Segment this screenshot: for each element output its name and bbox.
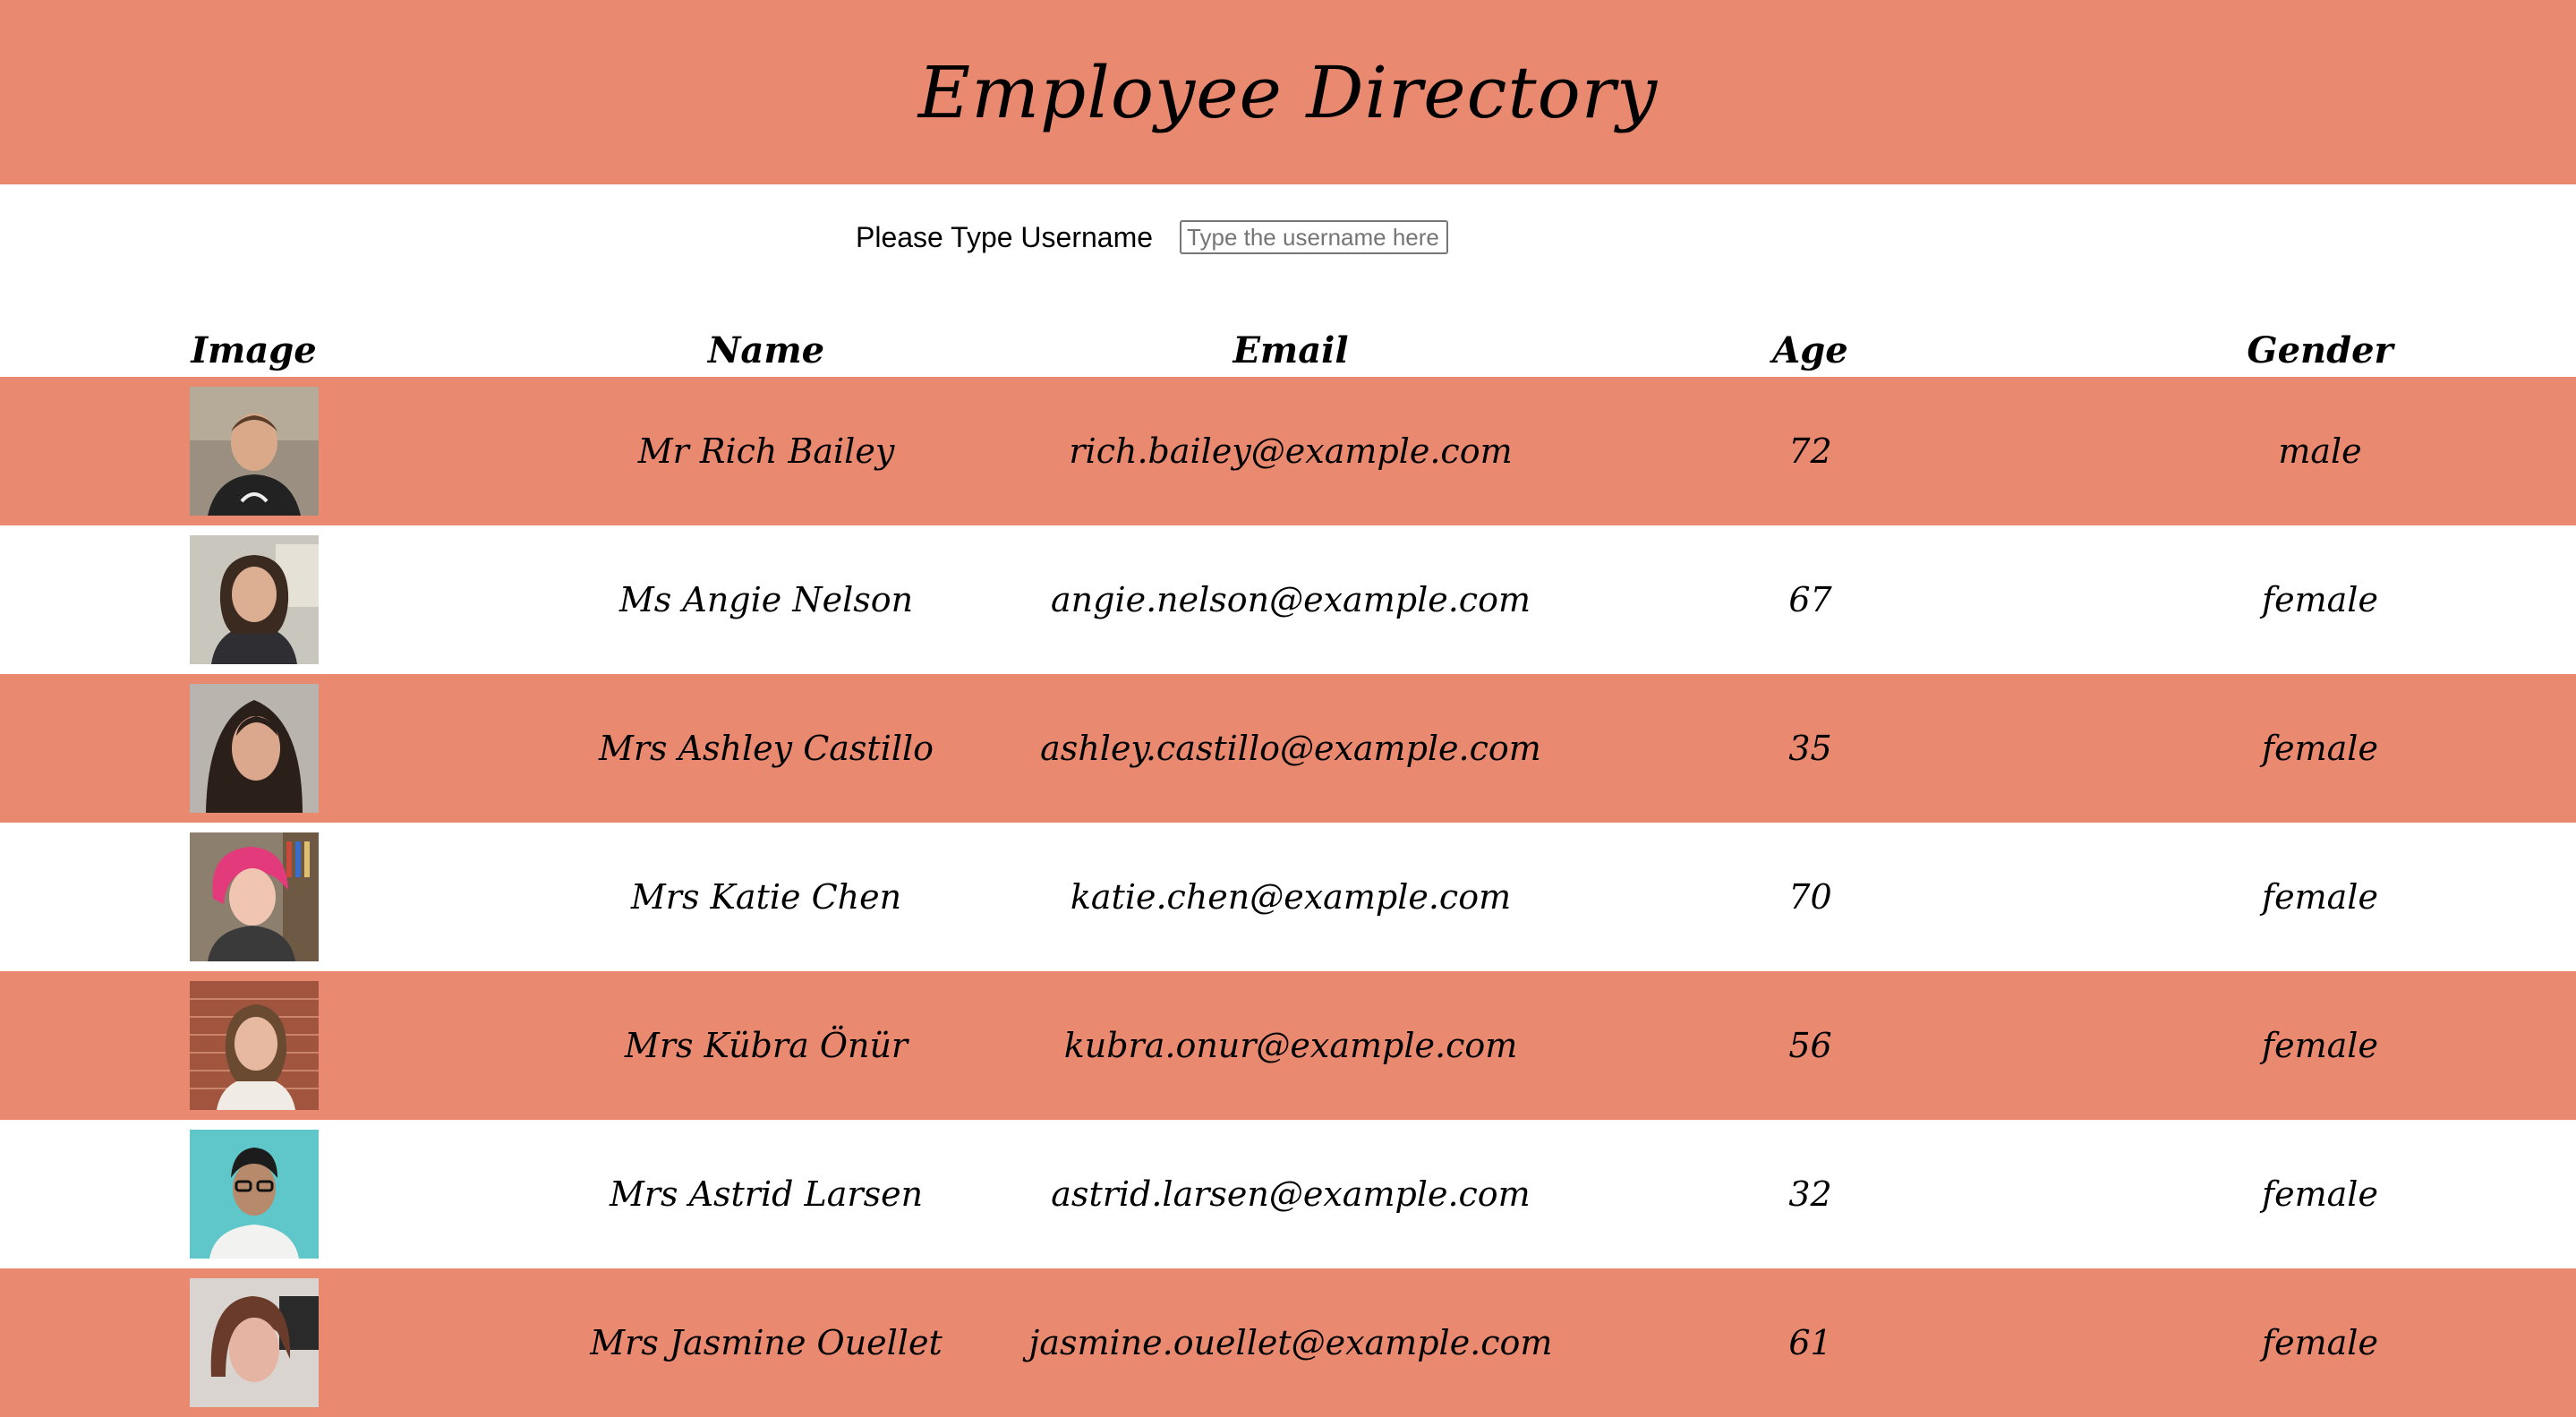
employee-email: astrid.larsen@example.com — [1051, 1174, 1531, 1214]
employee-age: 35 — [1788, 729, 1832, 768]
table-row: Mrs Astrid Larsen astrid.larsen@example.… — [0, 1120, 2576, 1268]
column-header-image: Image — [191, 329, 317, 371]
employee-age: 67 — [1788, 580, 1832, 619]
employee-age: 70 — [1788, 877, 1832, 917]
employee-age: 56 — [1788, 1026, 1832, 1065]
employee-name: Ms Angie Nelson — [618, 580, 914, 619]
employee-age: 32 — [1788, 1174, 1832, 1214]
employee-photo — [189, 684, 319, 813]
employee-email: katie.chen@example.com — [1070, 877, 1512, 917]
employee-name: Mrs Jasmine Ouellet — [590, 1323, 943, 1362]
employee-photo — [189, 387, 319, 516]
column-header-age: Age — [1772, 329, 1848, 371]
employee-name: Mrs Astrid Larsen — [609, 1174, 924, 1214]
employee-name: Mrs Ashley Castillo — [598, 729, 934, 768]
employee-email: angie.nelson@example.com — [1051, 580, 1531, 619]
employee-photo — [189, 535, 319, 664]
page-title: Employee Directory — [917, 50, 1659, 134]
employee-table: Image Name Email Age Gender Mr Rich Bail… — [0, 304, 2576, 1417]
column-header-gender: Gender — [2247, 329, 2393, 371]
page-header: Employee Directory — [0, 0, 2576, 184]
employee-name: Mrs Kübra Önür — [624, 1026, 908, 1065]
employee-gender: female — [2262, 580, 2378, 619]
employee-gender: female — [2262, 877, 2378, 917]
employee-email: jasmine.ouellet@example.com — [1028, 1323, 1553, 1362]
table-row: Mrs Kübra Önür kubra.onur@example.com 56… — [0, 971, 2576, 1120]
employee-photo — [189, 832, 319, 961]
employee-photo — [189, 981, 319, 1110]
column-header-name: Name — [707, 329, 825, 371]
employee-name: Mr Rich Bailey — [637, 431, 895, 471]
table-row: Ms Angie Nelson angie.nelson@example.com… — [0, 525, 2576, 674]
employee-email: kubra.onur@example.com — [1063, 1026, 1518, 1065]
employee-age: 72 — [1788, 431, 1832, 471]
search-bar: Please Type Username — [856, 220, 1449, 254]
employee-gender: female — [2262, 1174, 2378, 1214]
employee-gender: female — [2262, 1026, 2378, 1065]
username-search-input[interactable] — [1180, 220, 1449, 254]
table-row: Mrs Katie Chen katie.chen@example.com 70… — [0, 823, 2576, 971]
employee-email: rich.bailey@example.com — [1069, 431, 1513, 471]
employee-gender: male — [2278, 431, 2362, 471]
employee-email: ashley.castillo@example.com — [1040, 729, 1541, 768]
table-header-row: Image Name Email Age Gender — [0, 304, 2576, 377]
column-header-email: Email — [1233, 329, 1349, 371]
employee-name: Mrs Katie Chen — [630, 877, 902, 917]
table-row: Mrs Jasmine Ouellet jasmine.ouellet@exam… — [0, 1268, 2576, 1417]
employee-age: 61 — [1788, 1323, 1832, 1362]
table-row: Mrs Ashley Castillo ashley.castillo@exam… — [0, 674, 2576, 823]
employee-gender: female — [2262, 1323, 2378, 1362]
employee-photo — [189, 1130, 319, 1259]
employee-photo — [189, 1278, 319, 1407]
search-label: Please Type Username — [856, 220, 1154, 253]
employee-gender: female — [2262, 729, 2378, 768]
table-row: Mr Rich Bailey rich.bailey@example.com 7… — [0, 377, 2576, 525]
